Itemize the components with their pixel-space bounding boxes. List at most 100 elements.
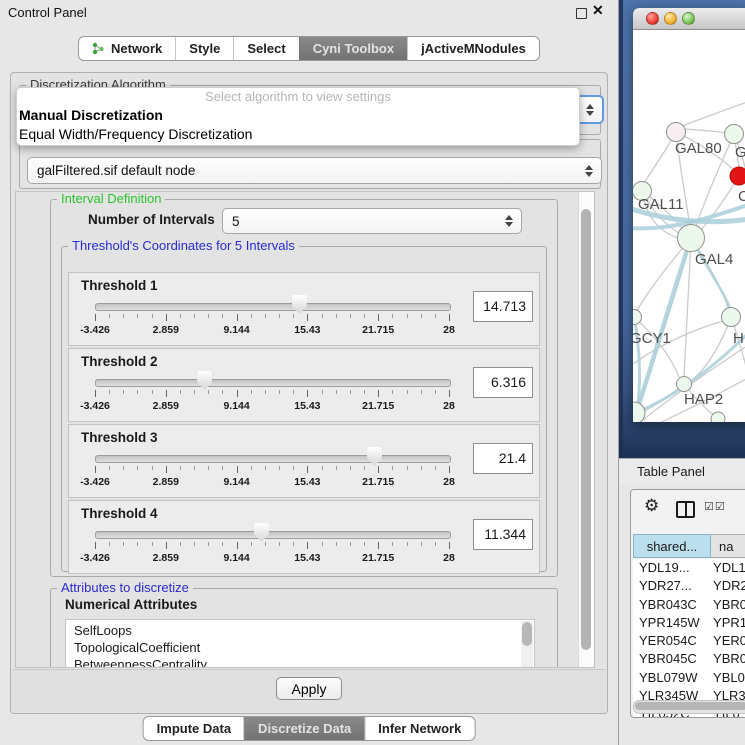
network-node-h[interactable] bbox=[722, 308, 741, 327]
tab-jactivemnodules[interactable]: jActiveMNodules bbox=[407, 37, 539, 60]
apply-strip: Apply bbox=[12, 669, 606, 712]
cell-name: YDL1 bbox=[708, 559, 745, 577]
vertical-scrollbar-thumb[interactable] bbox=[581, 209, 591, 650]
group-title: Interval Definition bbox=[57, 191, 165, 206]
attribute-item-betweennesscentrality[interactable]: BetweennessCentrality bbox=[66, 656, 534, 668]
slider-tick-labels: -3.4262.8599.14415.4321.71528 bbox=[95, 400, 449, 412]
network-node-label: GAL11 bbox=[638, 196, 684, 213]
dropdown-item-manual-discretization[interactable]: Manual Discretization bbox=[17, 106, 579, 125]
panel-title: Control Panel bbox=[8, 5, 87, 20]
network-node-label: H bbox=[733, 330, 744, 347]
table-rows: YDL19...YDL1YDR27...YDR2YBR043CYBR0YPR14… bbox=[633, 559, 745, 718]
tab-discretize-data[interactable]: Discretize Data bbox=[244, 717, 364, 740]
threshold-label: Threshold 1 bbox=[81, 278, 158, 293]
numerical-attributes-list[interactable]: SelfLoopsTopologicalCoefficientBetweenne… bbox=[65, 619, 535, 668]
table-row[interactable]: YPR145WYPR1 bbox=[633, 614, 745, 632]
tab-label: Select bbox=[247, 41, 285, 56]
vertical-scrollbar[interactable] bbox=[578, 192, 594, 667]
threshold-panel-4: Threshold 4 -3.4262.8599.14415.4321.71528… bbox=[68, 500, 540, 574]
threshold-panel-1: Threshold 1-3.4262.8599.14415.4321.71528… bbox=[68, 272, 540, 346]
column-checkboxes-icon[interactable]: ☑☑ bbox=[704, 500, 726, 513]
slider-track[interactable] bbox=[95, 379, 451, 387]
network-node-g[interactable] bbox=[725, 125, 744, 144]
float-icon[interactable] bbox=[576, 8, 587, 19]
threshold-label: Threshold 2 bbox=[81, 354, 158, 369]
threshold-value-field[interactable]: 14.713 bbox=[473, 291, 533, 322]
dropdown-prompt: Select algorithm to view settings bbox=[17, 88, 579, 106]
split-columns-icon[interactable] bbox=[676, 501, 695, 518]
list-scrollbar-thumb[interactable] bbox=[522, 622, 532, 646]
gear-icon[interactable]: ⚙ bbox=[644, 496, 659, 516]
attribute-item-selfloops[interactable]: SelfLoops bbox=[66, 622, 534, 639]
network-node-c[interactable] bbox=[730, 167, 745, 185]
network-node-gal80[interactable] bbox=[667, 123, 686, 142]
tab-select[interactable]: Select bbox=[233, 37, 298, 60]
attribute-item-topologicalcoefficient[interactable]: TopologicalCoefficient bbox=[66, 639, 534, 656]
tab-impute-data[interactable]: Impute Data bbox=[144, 717, 244, 740]
table-row[interactable]: YDR27...YDR2 bbox=[633, 577, 745, 595]
column-header-name[interactable]: na bbox=[711, 534, 745, 558]
list-scrollbar[interactable] bbox=[521, 621, 533, 668]
cell-shared-name: YBR043C bbox=[633, 596, 708, 614]
zoom-traffic-light-icon[interactable] bbox=[682, 12, 695, 25]
threshold-panel-2: Threshold 2 -3.4262.8599.14415.4321.71528… bbox=[68, 348, 540, 422]
slider-track[interactable] bbox=[95, 455, 451, 463]
combo-arrows-icon bbox=[505, 215, 513, 227]
apply-button[interactable]: Apply bbox=[276, 677, 342, 700]
cell-shared-name: YBL079W bbox=[633, 669, 708, 687]
cell-name: YDR2 bbox=[708, 577, 745, 595]
tab-label: Discretize Data bbox=[258, 721, 351, 736]
number-of-intervals-value: 5 bbox=[232, 214, 240, 229]
slider-thumb[interactable] bbox=[292, 295, 307, 314]
slider-thumb[interactable] bbox=[367, 447, 382, 466]
horizontal-scrollbar[interactable] bbox=[633, 700, 745, 714]
network-node-gal4[interactable] bbox=[678, 225, 705, 252]
threshold-value-field[interactable]: 21.4 bbox=[473, 443, 533, 474]
horizontal-scrollbar-thumb[interactable] bbox=[635, 702, 745, 710]
cell-name: YBR0 bbox=[708, 596, 745, 614]
threshold-value-field[interactable]: 11.344 bbox=[473, 519, 533, 550]
table-row[interactable]: YBR043CYBR0 bbox=[633, 596, 745, 614]
number-of-intervals-combobox[interactable]: 5 bbox=[222, 208, 522, 234]
tab-cyni-toolbox[interactable]: Cyni Toolbox bbox=[299, 37, 407, 60]
table-row[interactable]: YBL079WYBL0 bbox=[633, 669, 745, 687]
threshold-label: Threshold 4 bbox=[81, 506, 158, 521]
threshold-panel-3: Threshold 3-3.4262.8599.14415.4321.71528… bbox=[68, 424, 540, 498]
network-node-label: C bbox=[738, 188, 745, 205]
slider-track[interactable] bbox=[95, 531, 451, 539]
table-row[interactable]: YBR045CYBR0 bbox=[633, 650, 745, 668]
network-node-hap2[interactable] bbox=[677, 377, 692, 392]
tab-network[interactable]: Network bbox=[79, 37, 175, 60]
table-row[interactable]: YDL19...YDL1 bbox=[633, 559, 745, 577]
network-node-label: GAL80 bbox=[675, 140, 722, 157]
cell-shared-name: YDL19... bbox=[633, 559, 708, 577]
close-traffic-light-icon[interactable] bbox=[646, 12, 659, 25]
table-row[interactable]: YER054CYER0 bbox=[633, 632, 745, 650]
slider-thumb[interactable] bbox=[254, 523, 269, 542]
column-header-shared[interactable]: shared... bbox=[633, 534, 711, 558]
cell-shared-name: YER054C bbox=[633, 632, 708, 650]
network-node[interactable] bbox=[633, 402, 645, 422]
cell-name: YER0 bbox=[708, 632, 745, 650]
network-canvas[interactable]: GAL80GCGAL11GAL4GCY1HHAP2 bbox=[633, 30, 745, 422]
tab-style[interactable]: Style bbox=[175, 37, 233, 60]
dropdown-item-equal-width-frequency[interactable]: Equal Width/Frequency Discretization bbox=[17, 125, 579, 144]
slider-tick-labels: -3.4262.8599.14415.4321.71528 bbox=[95, 552, 449, 564]
top-tab-bar: NetworkStyle Select Cyni ToolboxjActiveMNo… bbox=[78, 36, 540, 61]
threshold-value-field[interactable]: 6.316 bbox=[473, 367, 533, 398]
network-node[interactable] bbox=[711, 412, 725, 422]
slider-ticks bbox=[95, 314, 449, 322]
desktop-background: GAL80GCGAL11GAL4GCY1HHAP2 bbox=[619, 0, 745, 458]
cell-shared-name: YBR045C bbox=[633, 650, 708, 668]
table-data-combobox[interactable]: galFiltered.sif default node bbox=[27, 157, 602, 184]
slider-track[interactable] bbox=[95, 303, 451, 311]
numerical-attributes-label: Numerical Attributes bbox=[65, 597, 197, 612]
slider-thumb[interactable] bbox=[197, 371, 212, 390]
tab-infer-network[interactable]: Infer Network bbox=[364, 717, 474, 740]
close-icon[interactable]: ✕ bbox=[592, 2, 604, 19]
number-of-intervals-label: Number of Intervals bbox=[88, 212, 215, 227]
slider-ticks bbox=[95, 390, 449, 398]
interval-definition-group: Interval Definition Number of Intervals … bbox=[50, 199, 558, 577]
thresholds-group: Threshold's Coordinates for 5 Intervals … bbox=[61, 246, 547, 572]
minimize-traffic-light-icon[interactable] bbox=[664, 12, 677, 25]
